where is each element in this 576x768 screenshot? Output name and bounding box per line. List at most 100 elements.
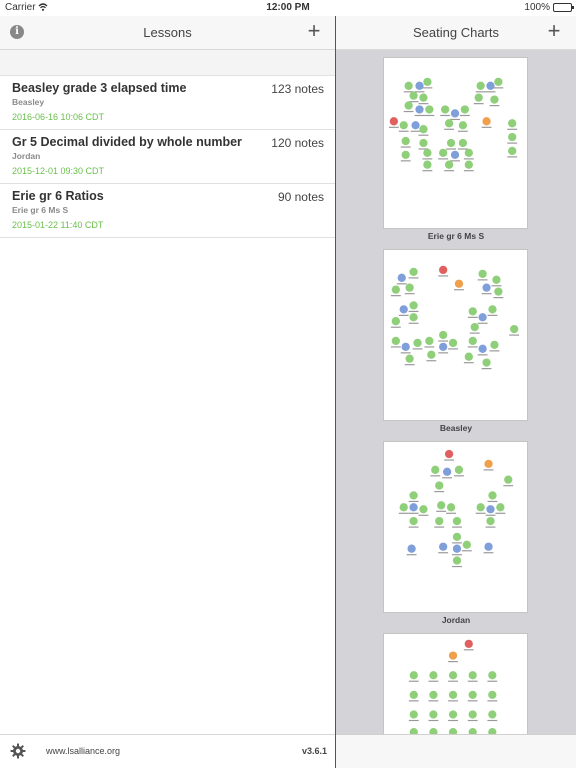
student-seat <box>448 671 458 680</box>
seating-chart-preview <box>408 639 498 739</box>
add-lesson-button[interactable]: + <box>304 20 324 43</box>
desk-seat <box>401 342 410 351</box>
student-seat <box>508 146 517 156</box>
seat-name-label <box>475 512 486 514</box>
student-seat <box>496 503 505 512</box>
seat-name-label <box>440 114 451 117</box>
student-seat <box>423 77 432 86</box>
seat-name-label <box>400 352 411 354</box>
student-seat <box>391 317 400 326</box>
seat-name-label <box>507 128 518 130</box>
desk-seat <box>411 121 420 130</box>
seat-name-label <box>487 719 498 722</box>
seat-name-label <box>408 700 419 702</box>
student-seat <box>448 690 458 699</box>
seat-name-label <box>459 114 470 117</box>
desk-seat <box>450 150 460 159</box>
seat-name-label <box>428 700 439 702</box>
desk-seat <box>399 305 408 314</box>
student-seat <box>429 671 438 680</box>
student-seat <box>488 671 497 680</box>
lesson-row[interactable]: Beasley grade 3 elapsed time Beasley 201… <box>0 76 335 130</box>
seat-name-label <box>422 170 433 172</box>
student-seat <box>409 91 418 100</box>
seat-name-label <box>396 283 407 285</box>
seat-name-label <box>491 285 502 287</box>
seating-chart-thumbnail[interactable] <box>383 57 528 229</box>
student-seat <box>423 160 432 169</box>
desk-seat <box>442 467 452 476</box>
student-seat <box>448 338 458 348</box>
seat-name-label <box>422 158 433 160</box>
student-seat <box>452 516 462 526</box>
student-seat <box>409 267 418 277</box>
seating-chart-thumbnail[interactable] <box>383 633 528 743</box>
seat-name-label <box>483 552 494 554</box>
student-seat <box>510 324 519 334</box>
student-seat <box>446 503 456 512</box>
student-seat <box>431 465 440 474</box>
seat-name-label <box>408 526 419 528</box>
seat-name-label <box>485 514 496 516</box>
student-seat <box>439 148 448 158</box>
seat-name-label <box>463 362 474 364</box>
seat-name-label <box>467 719 478 722</box>
desk-seat <box>407 544 416 553</box>
seating-chart-preview <box>388 77 518 172</box>
seat-name-label <box>408 512 419 514</box>
seat-name-label <box>426 360 437 362</box>
seat-name-label <box>463 170 474 172</box>
student-seat <box>419 125 428 134</box>
seat-name-label <box>450 118 460 121</box>
seat-name-label <box>410 130 421 132</box>
seat-name-label <box>434 526 445 528</box>
desk-seat <box>478 313 487 322</box>
desk-seat <box>397 273 406 282</box>
seat-name-label <box>444 459 455 461</box>
student-seat <box>444 119 454 128</box>
lesson-title: Beasley grade 3 elapsed time <box>12 81 187 95</box>
seat-name-label <box>454 289 464 291</box>
desk-seat <box>415 105 424 114</box>
lesson-notes-count: 120 notes <box>271 136 324 150</box>
add-seating-chart-button[interactable]: + <box>544 20 564 43</box>
desk-seat <box>450 109 460 118</box>
student-seat <box>452 556 462 565</box>
seat-name-label <box>452 565 462 568</box>
seat-name-label <box>448 348 458 350</box>
lesson-notes-count: 90 notes <box>277 190 324 204</box>
seat-name-label <box>467 700 478 702</box>
student-seat <box>399 121 408 130</box>
student-seat <box>468 690 477 699</box>
seat-name-label <box>503 485 514 487</box>
student-seat <box>401 150 410 159</box>
lesson-subtitle: Beasley <box>12 97 45 107</box>
seat-name-label <box>493 297 504 299</box>
student-seat <box>468 671 477 680</box>
student-seat <box>490 95 499 104</box>
seat-name-label <box>434 491 445 493</box>
seat-name-label <box>404 364 415 366</box>
seat-name-label <box>452 526 462 528</box>
student-seat <box>494 287 503 296</box>
status-bar: Carrier 12:00 PM 100% <box>0 0 576 16</box>
student-seat <box>446 138 456 148</box>
desk-seat <box>452 544 462 553</box>
website-link[interactable]: www.lsalliance.org <box>46 746 120 756</box>
seating-chart-thumbnail[interactable] <box>383 441 528 613</box>
seating-chart-label: Erie gr 6 Ms S <box>427 231 485 241</box>
lesson-row[interactable]: Gr 5 Decimal divided by whole number Jor… <box>0 130 335 184</box>
lesson-notes-count: 123 notes <box>271 82 324 96</box>
student-seat <box>508 119 517 128</box>
student-seat <box>460 105 470 114</box>
seat-name-label <box>481 368 492 370</box>
gear-icon[interactable] <box>10 743 26 759</box>
student-seat <box>409 690 418 699</box>
seat-name-label <box>444 128 455 130</box>
wifi-icon <box>38 3 48 11</box>
lesson-row[interactable]: Erie gr 6 Ratios Erie gr 6 Ms S 2015-01-… <box>0 184 335 238</box>
student-seat <box>464 352 473 361</box>
desk-seat <box>409 503 418 512</box>
seat-name-label <box>438 275 449 277</box>
seating-chart-thumbnail[interactable] <box>383 249 528 421</box>
